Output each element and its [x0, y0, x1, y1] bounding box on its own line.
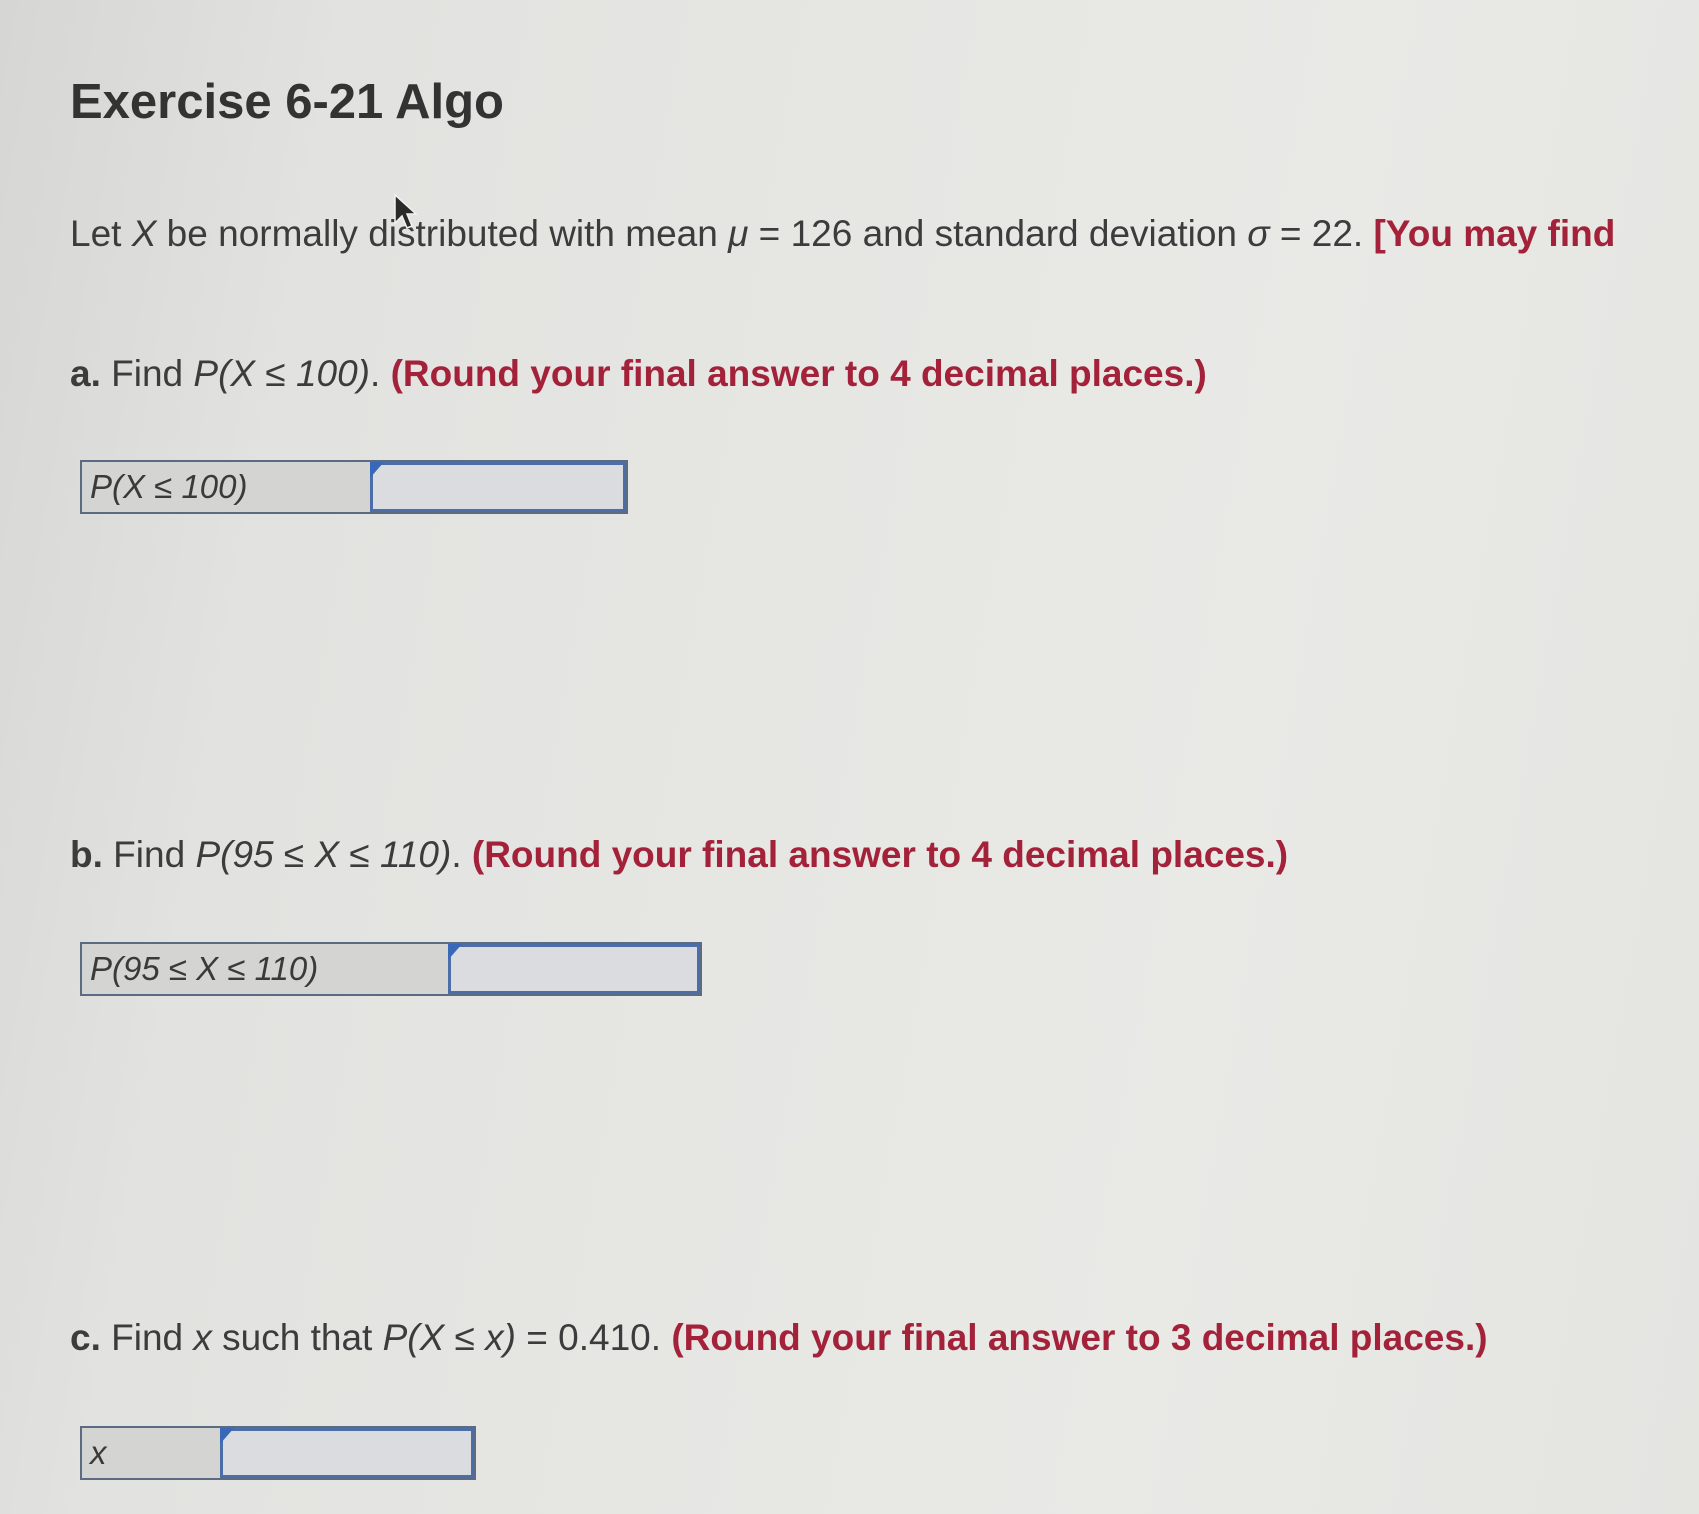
intro-text-4: = 22. — [1269, 213, 1374, 254]
page-title: Exercise 6-21 Algo — [70, 75, 504, 129]
question-b-letter: b. — [70, 834, 103, 875]
question-c-suffix: = 0.410. — [516, 1317, 672, 1358]
answer-a-input[interactable] — [370, 462, 626, 512]
question-c-letter: c. — [70, 1317, 101, 1358]
answer-a-label: P(X ≤ 100) — [82, 462, 370, 512]
answer-row-c: x — [80, 1426, 476, 1480]
answer-a-input-wrap — [370, 462, 626, 512]
input-corner-flag-icon — [220, 1428, 234, 1444]
question-a-instruction: (Round your final answer to 4 decimal pl… — [390, 353, 1207, 394]
question-b-instruction: (Round your final answer to 4 decimal pl… — [471, 834, 1289, 875]
mouse-pointer-icon — [394, 193, 418, 229]
question-c: c. Find x such that P(X ≤ x) = 0.410. (R… — [70, 1317, 1488, 1359]
question-a-expression: P(X ≤ 100) — [193, 353, 371, 394]
answer-c-input[interactable] — [220, 1428, 474, 1478]
question-b-prefix: Find — [102, 834, 196, 875]
intro-note: [You may find — [1373, 213, 1616, 254]
answer-b-input[interactable] — [448, 944, 700, 994]
question-b-expression: P(95 ≤ X ≤ 110) — [195, 834, 452, 875]
intro-mu: μ — [728, 213, 749, 254]
question-a-letter: a. — [70, 353, 101, 394]
question-b: b. Find P(95 ≤ X ≤ 110). (Round your fin… — [70, 834, 1288, 876]
problem-statement: Let X be normally distributed with mean … — [70, 213, 1615, 255]
intro-variable: X — [131, 213, 157, 254]
input-corner-flag-icon — [448, 944, 462, 960]
question-a-suffix: . — [370, 353, 391, 394]
intro-text-1: Let — [70, 213, 132, 254]
question-c-instruction: (Round your final answer to 3 decimal pl… — [671, 1317, 1488, 1358]
question-b-suffix: . — [451, 834, 472, 875]
answer-b-label: P(95 ≤ X ≤ 110) — [82, 944, 448, 994]
exercise-page: Exercise 6-21 Algo Let X be normally dis… — [0, 0, 1699, 1514]
question-c-prefix: Find — [100, 1317, 194, 1358]
input-corner-flag-icon — [370, 462, 384, 478]
answer-row-a: P(X ≤ 100) — [80, 460, 628, 514]
answer-c-input-wrap — [220, 1428, 474, 1478]
answer-c-label: x — [82, 1428, 220, 1478]
answer-b-input-wrap — [448, 944, 700, 994]
question-a: a. Find P(X ≤ 100). (Round your final an… — [70, 353, 1207, 395]
question-c-mid: such that — [211, 1317, 383, 1358]
question-a-prefix: Find — [100, 353, 194, 394]
question-c-expression: P(X ≤ x) — [382, 1317, 516, 1358]
intro-text-2: be normally distributed with mean — [156, 213, 729, 254]
intro-text-3: = 126 and standard deviation — [748, 213, 1248, 254]
answer-row-b: P(95 ≤ X ≤ 110) — [80, 942, 702, 996]
question-c-variable: x — [193, 1317, 212, 1358]
intro-sigma: σ — [1247, 213, 1270, 254]
